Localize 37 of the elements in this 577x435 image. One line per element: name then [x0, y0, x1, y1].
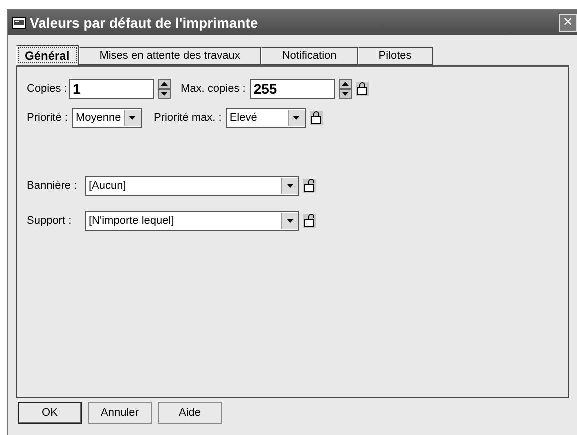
- banner-dropdown[interactable]: [Aucun]: [85, 176, 299, 196]
- max-priority-dropdown[interactable]: Elevé: [226, 108, 306, 128]
- down-arrow-icon: [286, 184, 294, 188]
- priority-dropdown[interactable]: Moyenne: [72, 108, 142, 128]
- copies-field[interactable]: 1: [69, 79, 154, 99]
- dialog-button[interactable]: Aide: [158, 402, 222, 424]
- window-title: Valeurs par défaut de l'imprimante: [30, 14, 260, 30]
- down-arrow-icon: [161, 92, 168, 96]
- tab[interactable]: Pilotes: [358, 47, 433, 65]
- close-button[interactable]: ×: [559, 14, 577, 32]
- up-arrow-icon: [342, 82, 349, 86]
- padlock-icon[interactable]: [310, 111, 323, 125]
- copies-label: Copies :: [27, 83, 65, 95]
- tab[interactable]: Mises en attente des travaux: [78, 47, 262, 65]
- spin-down-button[interactable]: [338, 89, 352, 99]
- down-arrow-icon: [286, 219, 294, 223]
- spin-down-button[interactable]: [158, 89, 171, 99]
- up-arrow-icon: [161, 82, 168, 86]
- media-dropdown[interactable]: [N'importe lequel]: [85, 211, 299, 231]
- dialog-button[interactable]: OK: [18, 402, 82, 424]
- tab[interactable]: Général: [16, 45, 79, 65]
- media-label: Support :: [27, 215, 73, 227]
- banner-label: Bannière :: [27, 180, 78, 192]
- priority-label: Priorité :: [27, 112, 68, 124]
- spin-up-button[interactable]: [338, 79, 352, 89]
- spin-up-button[interactable]: [158, 79, 171, 89]
- padlock-icon[interactable]: [356, 82, 369, 96]
- down-arrow-icon: [342, 92, 349, 96]
- max-priority-label: Priorité max. :: [154, 112, 222, 124]
- open-padlock-icon[interactable]: [303, 214, 316, 228]
- max-copies-label: Max. copies :: [181, 83, 246, 95]
- max-copies-field[interactable]: 255: [250, 79, 335, 99]
- down-arrow-icon: [129, 116, 136, 120]
- down-arrow-icon: [293, 116, 300, 120]
- tab[interactable]: Notification: [261, 47, 358, 65]
- open-padlock-icon[interactable]: [303, 179, 316, 193]
- dialog-button[interactable]: Annuler: [88, 402, 152, 424]
